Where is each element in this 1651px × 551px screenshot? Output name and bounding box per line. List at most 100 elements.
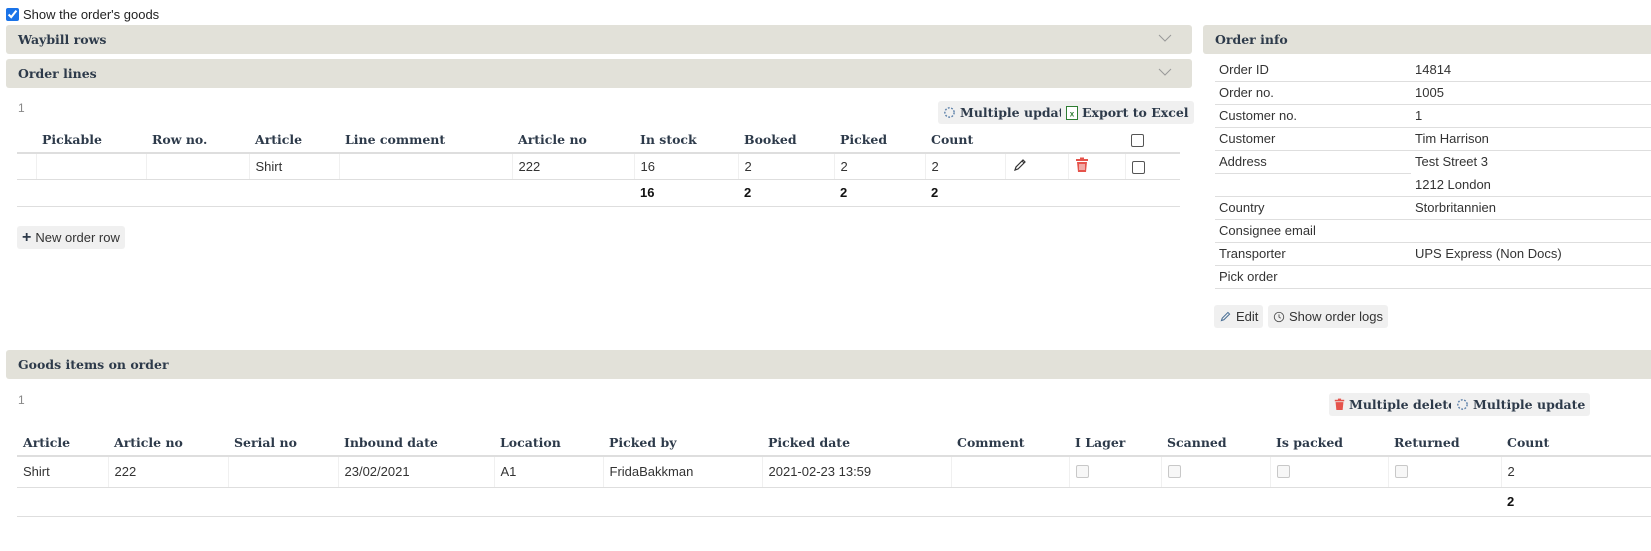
cell-serial-no — [227, 456, 338, 488]
pencil-icon — [1220, 311, 1231, 322]
select-all-checkbox[interactable] — [1131, 134, 1144, 147]
total-booked: 2 — [738, 179, 834, 207]
waybill-rows-header[interactable]: Waybill rows — [6, 25, 1192, 54]
col-article[interactable]: Article — [249, 127, 339, 154]
cell-pickable — [35, 153, 146, 180]
order-info-row: Customer no. 1 — [1215, 104, 1651, 128]
show-order-logs-label: Show order logs — [1289, 309, 1383, 324]
order-info-value: 14814 — [1411, 58, 1651, 82]
show-goods-label: Show the order's goods — [23, 7, 160, 22]
order-lines-title: Order lines — [18, 66, 97, 81]
col-scanned[interactable]: Scanned — [1161, 430, 1270, 457]
order-lines-table: Pickable Row no. Article Line comment Ar… — [17, 127, 1180, 207]
goods-multiple-update-button[interactable]: Multiple update — [1451, 393, 1591, 416]
col-picked[interactable]: Picked — [834, 127, 925, 154]
order-info-value — [1411, 265, 1651, 289]
is-packed-checkbox — [1276, 465, 1290, 479]
excel-icon: x — [1066, 105, 1078, 120]
waybill-rows-title: Waybill rows — [18, 32, 107, 47]
cell-comment — [950, 456, 1069, 488]
pencil-icon — [1013, 158, 1026, 171]
col-line-comment[interactable]: Line comment — [339, 127, 512, 154]
order-info-value: Storbritannien — [1411, 196, 1651, 220]
order-info-value — [1411, 219, 1651, 243]
total-picked: 2 — [834, 179, 925, 207]
total-count: 2 — [925, 179, 1005, 207]
col-picked-date[interactable]: Picked date — [762, 430, 951, 457]
show-order-logs-button[interactable]: Show order logs — [1268, 305, 1388, 328]
history-icon — [1273, 311, 1285, 322]
col-serial-no[interactable]: Serial no — [228, 430, 338, 457]
col-comment[interactable]: Comment — [951, 430, 1069, 457]
col-row-no[interactable]: Row no. — [146, 127, 249, 154]
cell-article-no: 222 — [107, 456, 228, 488]
multiple-delete-label: Multiple delete — [1349, 397, 1457, 412]
col-i-lager[interactable]: I Lager — [1069, 430, 1161, 457]
col-location[interactable]: Location — [494, 430, 603, 457]
new-order-row-label: New order row — [35, 230, 120, 245]
cell-article: Shirt — [17, 456, 108, 488]
cell-picked-date: 2021-02-23 13:59 — [761, 456, 951, 488]
scanned-checkbox — [1167, 465, 1181, 479]
order-info-row: 1212 London — [1215, 173, 1651, 197]
order-lines-header-row: Pickable Row no. Article Line comment Ar… — [17, 127, 1180, 154]
col-is-packed[interactable]: Is packed — [1270, 430, 1388, 457]
delete-row-button[interactable] — [1067, 153, 1125, 180]
goods-count: 1 — [18, 393, 25, 407]
col-count[interactable]: Count — [925, 127, 1005, 154]
edit-order-button[interactable]: Edit — [1214, 305, 1264, 328]
goods-items-header[interactable]: Goods items on order — [6, 350, 1651, 379]
order-lines-header[interactable]: Order lines — [6, 59, 1192, 88]
cell-picked: 2 — [833, 153, 925, 180]
show-goods-checkbox[interactable] — [6, 8, 19, 21]
order-info-key: Customer no. — [1215, 104, 1411, 128]
col-pickable[interactable]: Pickable — [36, 127, 146, 154]
order-info-key: Country — [1215, 196, 1411, 220]
order-info-key: Order ID — [1215, 58, 1411, 82]
totals-row: 16 2 2 2 — [17, 179, 1180, 207]
cell-in-stock: 16 — [633, 153, 738, 180]
export-excel-button[interactable]: x Export to Excel — [1061, 101, 1194, 124]
multiple-delete-button[interactable]: Multiple delete — [1329, 393, 1462, 416]
goods-items-title: Goods items on order — [18, 357, 169, 372]
cell-article-no: 222 — [511, 153, 634, 180]
cell-inbound-date: 23/02/2021 — [337, 456, 494, 488]
order-info-key: Consignee email — [1215, 219, 1411, 243]
order-info-value: 1005 — [1411, 81, 1651, 105]
show-goods-toggle[interactable]: Show the order's goods — [6, 7, 159, 22]
col-returned[interactable]: Returned — [1388, 430, 1501, 457]
new-order-row-button[interactable]: + New order row — [17, 226, 125, 249]
col-count[interactable]: Count — [1501, 430, 1651, 457]
order-info-value: 1 — [1411, 104, 1651, 128]
col-inbound-date[interactable]: Inbound date — [338, 430, 494, 457]
col-in-stock[interactable]: In stock — [634, 127, 738, 154]
goods-total-count: 2 — [1501, 487, 1651, 517]
order-info-row: Transporter UPS Express (Non Docs) — [1215, 242, 1651, 266]
order-info-row: Order no. 1005 — [1215, 81, 1651, 105]
order-lines-count: 1 — [18, 101, 25, 115]
order-info-key: Order no. — [1215, 81, 1411, 105]
edit-row-button[interactable] — [1004, 153, 1068, 180]
order-info-key — [1215, 173, 1411, 197]
col-article-no[interactable]: Article no — [108, 430, 228, 457]
goods-items-table: Article Article no Serial no Inbound dat… — [17, 430, 1651, 517]
trash-icon — [1075, 157, 1088, 172]
order-info-row: Pick order — [1215, 265, 1651, 289]
order-info-value: Test Street 3 — [1415, 154, 1488, 170]
order-info-key: Customer — [1215, 127, 1411, 151]
col-picked-by[interactable]: Picked by — [603, 430, 762, 457]
col-booked[interactable]: Booked — [738, 127, 834, 154]
order-info-value: UPS Express (Non Docs) — [1411, 242, 1651, 266]
cell-count: 2 — [1500, 456, 1651, 488]
multiple-update-label: Multiple update — [960, 105, 1073, 120]
order-info-value: 1212 London — [1411, 173, 1651, 197]
order-info-title: Order info — [1215, 32, 1288, 47]
row-select-checkbox[interactable] — [1131, 160, 1145, 174]
col-article[interactable]: Article — [17, 430, 108, 457]
col-article-no[interactable]: Article no — [512, 127, 634, 154]
trash-icon — [1334, 398, 1345, 410]
cell-count: 2 — [924, 153, 1005, 180]
goods-multiple-update-label: Multiple update — [1473, 397, 1586, 412]
order-info-key: Transporter — [1215, 242, 1411, 266]
multiple-update-button[interactable]: Multiple update — [938, 101, 1078, 124]
